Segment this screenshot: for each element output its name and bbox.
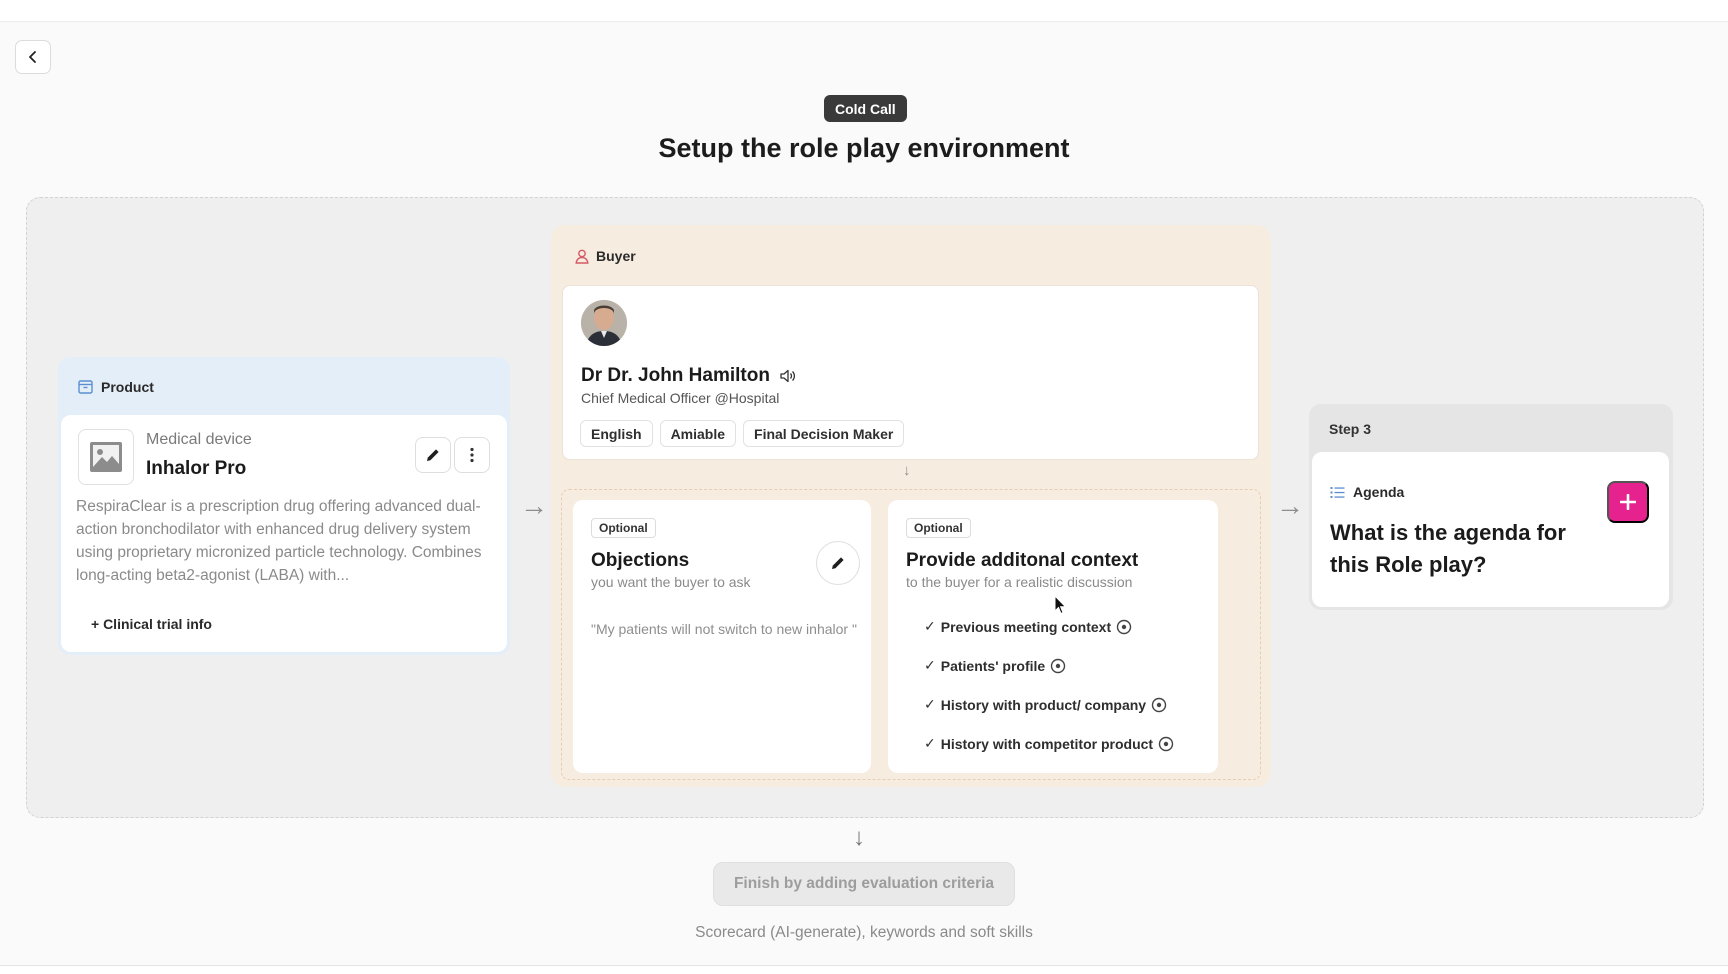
product-category: Medical device: [146, 431, 252, 448]
optional-settings: Optional Objections you want the buyer t…: [561, 489, 1261, 780]
more-vertical-icon: [470, 447, 474, 463]
product-card[interactable]: Medical device Inhalor Pro RespiraClear …: [61, 415, 507, 652]
user-icon: [575, 249, 589, 264]
call-type-badge: Cold Call: [824, 95, 907, 122]
agenda-header: Agenda: [1330, 484, 1404, 500]
buyer-name: Dr Dr. John Hamilton: [581, 365, 770, 386]
context-item-previous-meeting[interactable]: ✓ Previous meeting context: [924, 607, 1174, 646]
check-icon: ✓: [924, 618, 936, 634]
tag-decision-role: Final Decision Maker: [743, 420, 905, 447]
buyer-tags: English Amiable Final Decision Maker: [580, 420, 905, 447]
finish-note: Scorecard (AI-generate), keywords and so…: [695, 924, 1033, 941]
context-item-product-history[interactable]: ✓ History with product/ company: [924, 685, 1174, 724]
context-item-competitor-history[interactable]: ✓ History with competitor product: [924, 724, 1174, 763]
context-subtitle: to the buyer for a realistic discussion: [906, 574, 1133, 590]
tag-personality: Amiable: [659, 420, 737, 447]
chevron-left-icon: [29, 51, 36, 63]
objections-subtitle: you want the buyer to ask: [591, 574, 751, 590]
eye-icon[interactable]: [1116, 619, 1132, 635]
buyer-card[interactable]: Dr Dr. John Hamilton Chief Medical Offic…: [562, 285, 1259, 460]
product-more-button[interactable]: [454, 437, 490, 473]
context-card[interactable]: Optional Provide additonal context to th…: [888, 500, 1218, 773]
tag-language: English: [580, 420, 653, 447]
image-icon: [90, 442, 122, 472]
context-list: ✓ Previous meeting context ✓ Patients' p…: [924, 607, 1174, 763]
buyer-section-label: Buyer: [596, 248, 636, 264]
context-item-patients-profile[interactable]: ✓ Patients' profile: [924, 646, 1174, 685]
context-item-label: History with product/ company: [940, 696, 1147, 713]
product-header: Product: [78, 379, 154, 395]
context-title: Provide additonal context: [906, 550, 1139, 571]
optional-badge: Optional: [591, 518, 656, 538]
pencil-icon: [832, 557, 844, 569]
agenda-question: What is the agenda for this Role play?: [1330, 520, 1566, 577]
product-section: Product Medical device Inhalor Pro Respi…: [58, 357, 510, 655]
eye-icon[interactable]: [1151, 697, 1167, 713]
arrow-right-icon: →: [1276, 490, 1304, 521]
arrow-down-icon: ↓: [903, 462, 911, 479]
mouse-cursor-icon: [1054, 595, 1067, 615]
add-agenda-button[interactable]: [1607, 481, 1649, 523]
check-icon: ✓: [924, 657, 936, 673]
context-item-label: History with competitor product: [940, 735, 1154, 752]
objections-title: Objections: [591, 550, 690, 571]
page-title: Setup the role play environment: [658, 133, 1070, 163]
check-icon: ✓: [924, 696, 936, 712]
check-icon: ✓: [924, 735, 936, 751]
speaker-icon[interactable]: [780, 369, 796, 383]
context-item-label: Previous meeting context: [940, 618, 1112, 635]
arrow-right-icon: →: [520, 490, 548, 521]
buyer-role: Chief Medical Officer @Hospital: [581, 390, 780, 406]
product-image: [78, 429, 134, 485]
buyer-name-row: Dr Dr. John Hamilton: [581, 365, 796, 387]
objection-example: "My patients will not switch to new inha…: [591, 621, 857, 637]
agenda-card[interactable]: Agenda What is the agenda for this Role …: [1312, 452, 1669, 607]
product-description: RespiraClear is a prescription drug offe…: [76, 498, 482, 584]
buyer-header: Buyer: [575, 248, 636, 264]
plus-icon: [1620, 494, 1636, 510]
finish-evaluation-button[interactable]: Finish by adding evaluation criteria: [713, 862, 1015, 906]
eye-icon[interactable]: [1158, 736, 1174, 752]
arrow-down-icon: ↓: [853, 824, 865, 851]
step-label: Step 3: [1329, 421, 1372, 437]
edit-objections-button[interactable]: [816, 541, 860, 585]
avatar: [581, 300, 627, 346]
step3-section: Step 3 Agenda What is the agenda for thi…: [1309, 404, 1673, 610]
buyer-section: Buyer Dr Dr. John Hamilton Chief Medical…: [551, 225, 1271, 787]
agenda-label: Agenda: [1353, 484, 1405, 500]
product-section-label: Product: [101, 379, 154, 395]
context-item-label: Patients' profile: [940, 657, 1046, 674]
eye-icon[interactable]: [1050, 658, 1066, 674]
box-icon: [78, 380, 93, 394]
optional-badge: Optional: [906, 518, 971, 538]
pencil-icon: [427, 449, 439, 461]
edit-product-button[interactable]: [415, 437, 451, 473]
list-icon: [1330, 486, 1345, 498]
objections-card[interactable]: Optional Objections you want the buyer t…: [573, 500, 871, 773]
product-name: Inhalor Pro: [146, 458, 247, 479]
clinical-trial-link[interactable]: + Clinical trial info: [91, 616, 212, 632]
back-button[interactable]: [15, 40, 51, 74]
